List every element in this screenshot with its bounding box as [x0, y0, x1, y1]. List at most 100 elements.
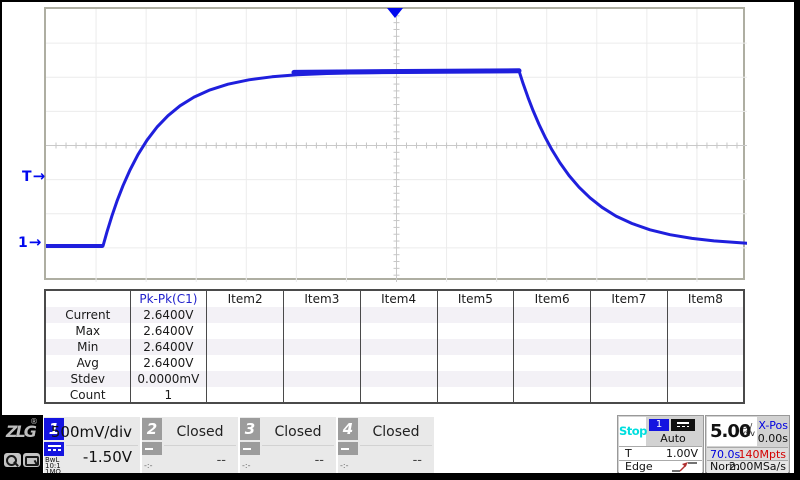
sample-rate: 2.00MSa/s [729, 461, 786, 473]
measure-row-label: Min [45, 339, 130, 355]
measure-value-cell [514, 387, 591, 403]
measure-column-header[interactable]: Item3 [284, 290, 361, 307]
measure-value-cell [360, 387, 437, 403]
control-bar: ZLG ® 1 BwL 10:1 1MΩ 500mV/div -1.50V 2 … [2, 415, 794, 473]
measure-value-cell [514, 307, 591, 323]
oscilloscope-screen: T→ 1→ Pk-Pk(C1)Item2Item3Item4Item5Item6… [0, 0, 800, 480]
measure-value-cell [437, 323, 514, 339]
measure-row-label: Current [45, 307, 130, 323]
trigger-type-row[interactable]: Edge [619, 460, 702, 473]
run-state-button[interactable]: Stop [619, 417, 646, 446]
measure-value-cell [207, 387, 284, 403]
measure-row: Current2.6400V [45, 307, 744, 323]
channel1-position-marker[interactable]: 1→ [18, 234, 41, 251]
measure-column-header[interactable]: Pk-Pk(C1) [130, 290, 207, 307]
channel1-scale: 500mV/div [51, 423, 132, 441]
channel2-badge[interactable]: 2 [142, 418, 162, 440]
measure-value-cell [437, 339, 514, 355]
sample-info-row: Norm 2.00MSa/s [707, 460, 788, 473]
channel3-badge[interactable]: 3 [240, 418, 260, 440]
measure-value-cell: 1 [130, 387, 207, 403]
measure-column-header[interactable]: Item2 [207, 290, 284, 307]
measure-value-cell: 2.6400V [130, 355, 207, 371]
channel3-control[interactable]: 3 Closed -:- -- [240, 417, 336, 473]
channel2-coupling-off-icon[interactable] [142, 442, 162, 455]
timebase-scale-button[interactable]: 5.00 s / div [707, 417, 757, 446]
measure-value-cell [667, 307, 744, 323]
measure-value-cell [207, 307, 284, 323]
right-arrow-icon: → [29, 233, 42, 251]
measure-value-cell: 2.6400V [130, 323, 207, 339]
measure-value-cell [591, 323, 668, 339]
timebase-scale-unit: s / div [743, 423, 755, 437]
measure-value-cell: 0.0000mV [130, 371, 207, 387]
trigger-panel: Stop 1 Auto T 1.00V Edge [617, 415, 704, 473]
measure-value-cell: 2.6400V [130, 339, 207, 355]
measure-value-cell [667, 355, 744, 371]
trigger-source-badge[interactable]: 1 [649, 419, 669, 431]
measure-value-cell [514, 355, 591, 371]
trigger-level-label: T [625, 447, 632, 460]
channel1-offset: -1.50V [83, 448, 132, 466]
measure-value-cell [360, 371, 437, 387]
channel1-dc-coupling-icon[interactable] [44, 442, 64, 456]
trigger-sweep-mode[interactable]: Auto [647, 432, 699, 445]
measure-value-cell [514, 339, 591, 355]
measure-value-cell: 2.6400V [130, 307, 207, 323]
measure-column-header[interactable]: Item6 [514, 290, 591, 307]
channel4-coupling-off-icon[interactable] [338, 442, 358, 455]
channel1-control[interactable]: 1 BwL 10:1 1MΩ 500mV/div -1.50V [44, 417, 140, 473]
trigger-coupling-dc-icon[interactable] [671, 419, 695, 431]
measure-value-cell [591, 307, 668, 323]
measure-value-cell [667, 323, 744, 339]
measure-value-cell [284, 307, 361, 323]
measure-value-cell [514, 323, 591, 339]
brand-logo: ZLG ® [2, 415, 43, 473]
measure-value-cell [207, 323, 284, 339]
waveform-area[interactable] [44, 7, 745, 280]
channel4-control[interactable]: 4 Closed -:- -- [338, 417, 434, 473]
channel-marker-label: 1 [18, 235, 28, 251]
measure-row: Count1 [45, 387, 744, 403]
measure-row-label: Max [45, 323, 130, 339]
measure-column-header[interactable]: Item4 [360, 290, 437, 307]
trigger-level-value: 1.00V [666, 447, 698, 460]
measure-column-header[interactable]: Item7 [591, 290, 668, 307]
measure-value-cell [667, 371, 744, 387]
channel4-badge[interactable]: 4 [338, 418, 358, 440]
trigger-level-row[interactable]: T 1.00V [619, 446, 702, 460]
touchpad-icon [23, 453, 40, 467]
channel3-coupling-off-icon[interactable] [240, 442, 260, 455]
channel4-offset: -- [413, 453, 422, 468]
measure-value-cell [284, 339, 361, 355]
measure-value-cell [207, 355, 284, 371]
measure-value-cell [207, 339, 284, 355]
measure-value-cell [591, 387, 668, 403]
measure-value-cell [667, 339, 744, 355]
horizontal-position[interactable]: X-Pos 0.00s [757, 417, 788, 446]
measure-value-cell [284, 371, 361, 387]
channel2-probe: -:- [144, 461, 152, 470]
measure-value-cell [284, 323, 361, 339]
measure-value-cell [667, 387, 744, 403]
channel2-state: Closed [162, 424, 238, 440]
registered-mark: ® [30, 417, 38, 426]
trigger-position-marker[interactable] [387, 8, 403, 18]
rising-edge-icon [671, 461, 698, 473]
measure-value-cell [284, 387, 361, 403]
measure-column-header[interactable]: Item8 [667, 290, 744, 307]
measure-column-header[interactable]: Item5 [437, 290, 514, 307]
measure-value-cell [514, 371, 591, 387]
chann4-probe: -:- [340, 461, 348, 470]
channel3-state: Closed [260, 424, 336, 440]
measure-row: Stdev0.0000mV [45, 371, 744, 387]
trigger-marker-label: T [22, 169, 32, 185]
measure-value-cell [437, 307, 514, 323]
measure-row: Min2.6400V [45, 339, 744, 355]
measure-row-label: Count [45, 387, 130, 403]
measure-row: Avg2.6400V [45, 355, 744, 371]
trigger-level-marker[interactable]: T→ [22, 168, 45, 185]
channel2-control[interactable]: 2 Closed -:- -- [142, 417, 238, 473]
xpos-label: X-Pos [757, 419, 788, 432]
measure-value-cell [437, 371, 514, 387]
